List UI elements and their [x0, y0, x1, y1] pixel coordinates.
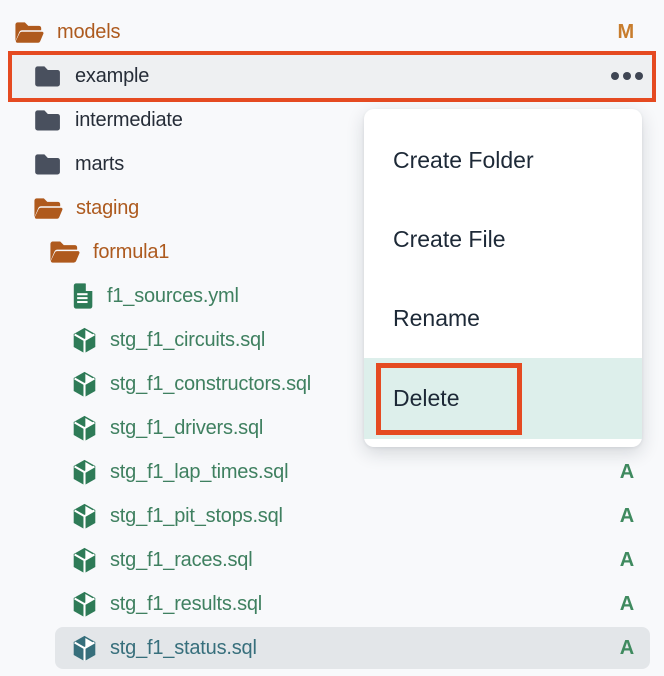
tree-item-label: stg_f1_lap_times.sql	[110, 461, 288, 484]
tree-item-stg-f1-pit-stops[interactable]: stg_f1_pit_stops.sql A	[0, 494, 664, 538]
menu-item-delete[interactable]: Delete	[364, 358, 642, 439]
status-badge-added: A	[620, 549, 634, 572]
status-badge-added: A	[620, 593, 634, 616]
status-badge-added: A	[620, 461, 634, 484]
model-cube-icon	[72, 547, 97, 574]
status-badge-modified: M	[618, 21, 634, 44]
menu-item-create-file[interactable]: Create File	[364, 200, 642, 279]
model-cube-icon	[72, 591, 97, 618]
tree-item-stg-f1-lap-times[interactable]: stg_f1_lap_times.sql A	[0, 450, 664, 494]
folder-icon	[33, 109, 62, 132]
status-badge-added: A	[620, 637, 634, 660]
status-badge-added: A	[620, 505, 634, 528]
folder-open-icon	[33, 197, 63, 220]
menu-item-label: Create Folder	[393, 147, 534, 174]
folder-icon	[33, 65, 62, 88]
menu-item-rename[interactable]: Rename	[364, 279, 642, 358]
model-cube-icon	[72, 503, 97, 530]
tree-item-label: stg_f1_races.sql	[110, 549, 252, 572]
tree-item-stg-f1-status[interactable]: stg_f1_status.sql A	[0, 626, 664, 670]
tree-item-label: stg_f1_results.sql	[110, 593, 262, 616]
tree-item-label: models	[57, 21, 120, 44]
model-cube-icon	[72, 327, 97, 354]
context-menu: Create Folder Create File Rename Delete	[364, 109, 642, 447]
tree-item-label: stg_f1_circuits.sql	[110, 329, 265, 352]
model-cube-icon	[72, 635, 97, 662]
file-document-icon	[72, 283, 94, 309]
tree-item-stg-f1-races[interactable]: stg_f1_races.sql A	[0, 538, 664, 582]
tree-item-label: marts	[75, 153, 124, 176]
tree-item-stg-f1-results[interactable]: stg_f1_results.sql A	[0, 582, 664, 626]
menu-item-label: Delete	[393, 385, 459, 412]
folder-open-icon	[49, 240, 80, 264]
tree-item-example[interactable]: example	[0, 54, 664, 98]
tree-item-label: stg_f1_constructors.sql	[110, 373, 311, 396]
tree-item-label: formula1	[93, 241, 169, 264]
tree-item-label: stg_f1_status.sql	[110, 637, 257, 660]
tree-item-label: example	[75, 65, 149, 88]
tree-item-label: staging	[76, 197, 139, 220]
folder-icon	[33, 153, 62, 176]
model-cube-icon	[72, 371, 97, 398]
tree-item-label: f1_sources.yml	[107, 285, 239, 308]
menu-item-label: Rename	[393, 305, 480, 332]
ellipsis-menu-icon[interactable]	[611, 72, 643, 80]
folder-open-icon	[14, 21, 44, 44]
tree-item-label: stg_f1_drivers.sql	[110, 417, 263, 440]
menu-item-create-folder[interactable]: Create Folder	[364, 121, 642, 200]
tree-item-models[interactable]: models M	[0, 10, 664, 54]
model-cube-icon	[72, 459, 97, 486]
annotation-highlight-delete: Delete	[376, 363, 522, 435]
tree-item-label: intermediate	[75, 109, 183, 132]
menu-item-label: Create File	[393, 226, 505, 253]
tree-item-label: stg_f1_pit_stops.sql	[110, 505, 283, 528]
model-cube-icon	[72, 415, 97, 442]
